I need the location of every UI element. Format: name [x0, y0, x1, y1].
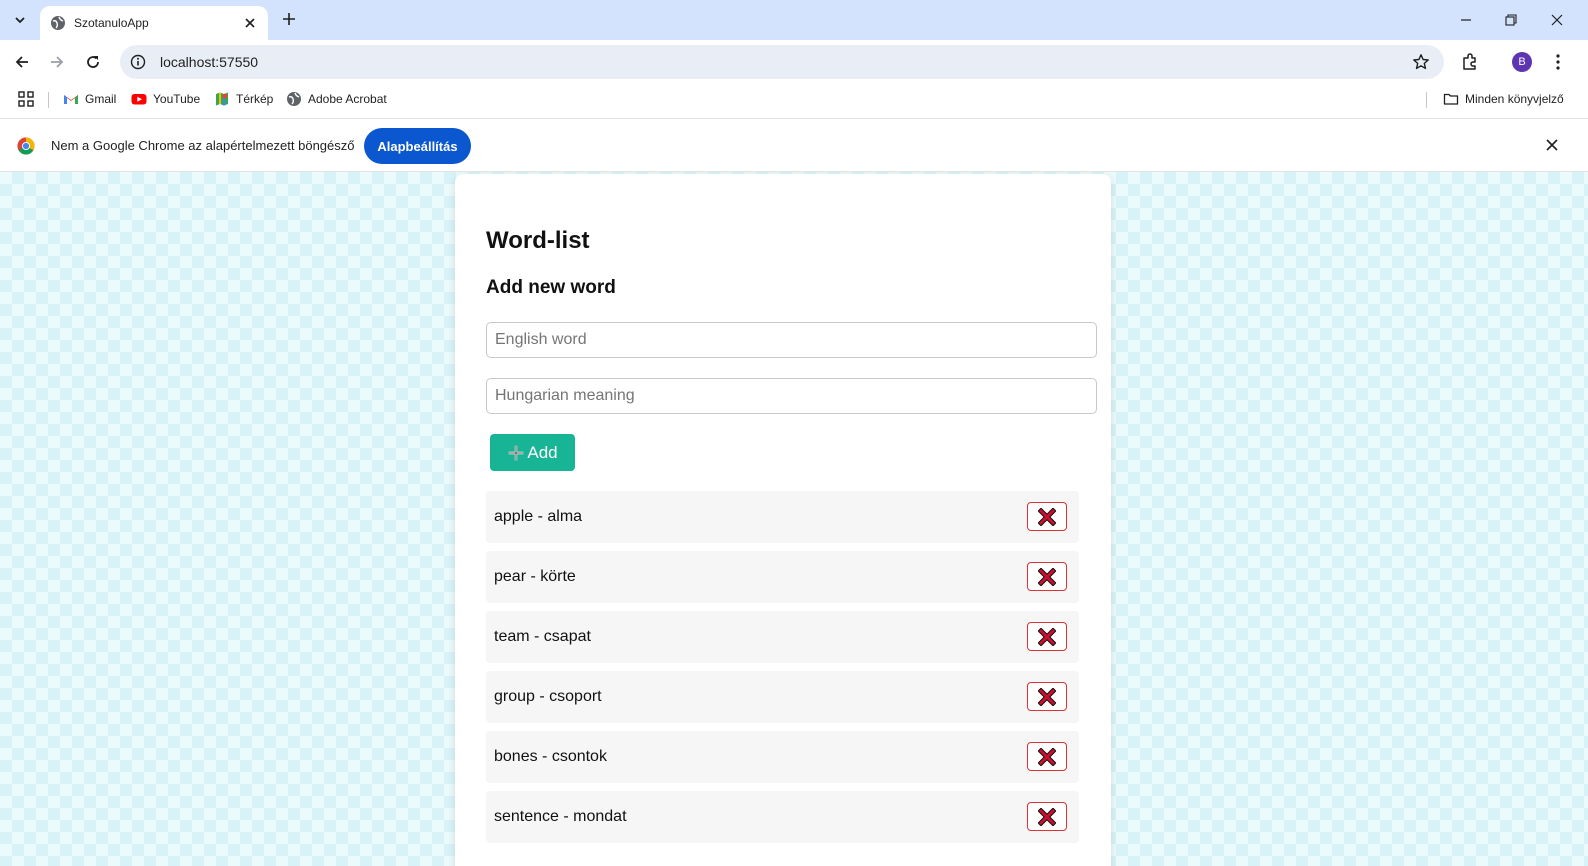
chrome-logo-icon	[17, 137, 35, 155]
delete-button[interactable]	[1027, 742, 1067, 771]
more-vert-icon	[1556, 54, 1560, 70]
word-pair-text: bones - csontok	[494, 748, 607, 765]
hungarian-meaning-input[interactable]	[486, 378, 1097, 414]
bookmark-label: YouTube	[153, 92, 201, 106]
address-bar[interactable]: localhost:57550	[120, 45, 1444, 79]
minimize-icon	[1461, 19, 1471, 21]
new-tab-button[interactable]	[278, 8, 300, 30]
arrow-left-icon	[15, 56, 28, 68]
close-window-button[interactable]	[1545, 8, 1569, 32]
word-pair-text: pear - körte	[494, 568, 576, 585]
bookmark-label: Térkép	[236, 92, 274, 106]
globe-icon	[286, 91, 302, 107]
bookmark-youtube[interactable]: YouTube	[131, 89, 200, 109]
close-tab-icon[interactable]	[242, 15, 258, 31]
reload-icon	[87, 56, 99, 68]
add-button-label: Add	[527, 442, 558, 462]
tab-strip: SzotanuloApp	[0, 0, 1588, 40]
minimize-button[interactable]	[1454, 8, 1478, 32]
apps-grid-icon[interactable]	[18, 91, 34, 107]
delete-x-icon	[1038, 747, 1056, 766]
active-tab[interactable]: SzotanuloApp	[40, 6, 268, 40]
english-word-input[interactable]	[486, 322, 1097, 358]
page-background: Word-list Add new word Add apple - alma …	[0, 172, 1588, 866]
profile-avatar[interactable]: B	[1512, 52, 1532, 72]
set-default-button[interactable]: Alapbeállítás	[364, 128, 471, 164]
back-button[interactable]	[10, 50, 34, 74]
bookmark-label: Adobe Acrobat	[308, 92, 387, 106]
browser-toolbar: localhost:57550 B	[0, 40, 1588, 84]
bookmarks-separator	[1426, 92, 1427, 108]
default-browser-infobar: Nem a Google Chrome az alapértelmezett b…	[0, 118, 1588, 172]
page-title: Word-list	[486, 227, 590, 254]
add-button[interactable]: Add	[490, 434, 575, 471]
delete-x-icon	[1038, 627, 1056, 646]
infobar-message: Nem a Google Chrome az alapértelmezett b…	[51, 138, 355, 153]
arrow-right-icon	[51, 56, 64, 68]
youtube-icon	[131, 91, 147, 107]
chrome-menu-button[interactable]	[1550, 52, 1566, 72]
tab-search-button[interactable]	[8, 8, 32, 32]
bookmark-star-icon[interactable]	[1412, 53, 1430, 71]
delete-button[interactable]	[1027, 562, 1067, 591]
plus-icon	[507, 444, 525, 462]
tab-title: SzotanuloApp	[74, 16, 149, 30]
list-item: sentence - mondat	[486, 791, 1079, 843]
restore-icon	[1505, 14, 1517, 26]
bookmark-terkep[interactable]: Térkép	[214, 89, 273, 109]
delete-button[interactable]	[1027, 622, 1067, 651]
close-infobar-icon[interactable]	[1545, 138, 1561, 154]
globe-icon	[50, 15, 66, 31]
word-pair-text: team - csapat	[494, 628, 591, 645]
reload-button[interactable]	[81, 50, 105, 74]
bookmark-adobe-acrobat[interactable]: Adobe Acrobat	[286, 89, 387, 109]
list-item: bones - csontok	[486, 731, 1079, 783]
delete-button[interactable]	[1027, 802, 1067, 831]
site-info-icon[interactable]	[130, 54, 146, 70]
maps-icon	[214, 91, 230, 107]
list-item: pear - körte	[486, 551, 1079, 603]
word-pair-text: apple - alma	[494, 508, 583, 525]
word-pair-text: sentence - mondat	[494, 808, 627, 825]
folder-icon	[1443, 91, 1459, 107]
delete-x-icon	[1038, 567, 1056, 586]
all-bookmarks-label: Minden könyvjelző	[1465, 92, 1564, 106]
delete-button[interactable]	[1027, 502, 1067, 531]
list-item: team - csapat	[486, 611, 1079, 663]
delete-x-icon	[1038, 687, 1056, 706]
forward-button[interactable]	[45, 50, 69, 74]
plus-icon	[283, 13, 295, 25]
delete-button[interactable]	[1027, 682, 1067, 711]
bookmarks-separator	[48, 92, 49, 108]
list-item: group - csoport	[486, 671, 1079, 723]
word-list-card: Word-list Add new word Add apple - alma …	[455, 174, 1111, 866]
bookmark-gmail[interactable]: Gmail	[63, 89, 116, 109]
delete-x-icon	[1038, 807, 1056, 826]
bookmarks-bar: Gmail YouTube Térkép Adobe Acrobat Minde…	[0, 84, 1588, 114]
bookmark-label: Gmail	[85, 92, 117, 106]
url-text: localhost:57550	[160, 54, 259, 70]
puzzle-icon	[1463, 53, 1476, 70]
extensions-button[interactable]	[1460, 52, 1480, 72]
list-item: apple - alma	[486, 491, 1079, 543]
add-word-heading: Add new word	[486, 277, 616, 298]
word-pair-text: group - csoport	[494, 688, 602, 705]
chevron-down-icon	[15, 17, 25, 24]
word-list: apple - alma pear - körte team - csapat …	[486, 491, 1079, 851]
gmail-icon	[63, 91, 79, 107]
close-icon	[1551, 14, 1563, 26]
restore-button[interactable]	[1499, 8, 1523, 32]
delete-x-icon	[1038, 507, 1056, 526]
all-bookmarks-button[interactable]: Minden könyvjelző	[1443, 89, 1564, 109]
